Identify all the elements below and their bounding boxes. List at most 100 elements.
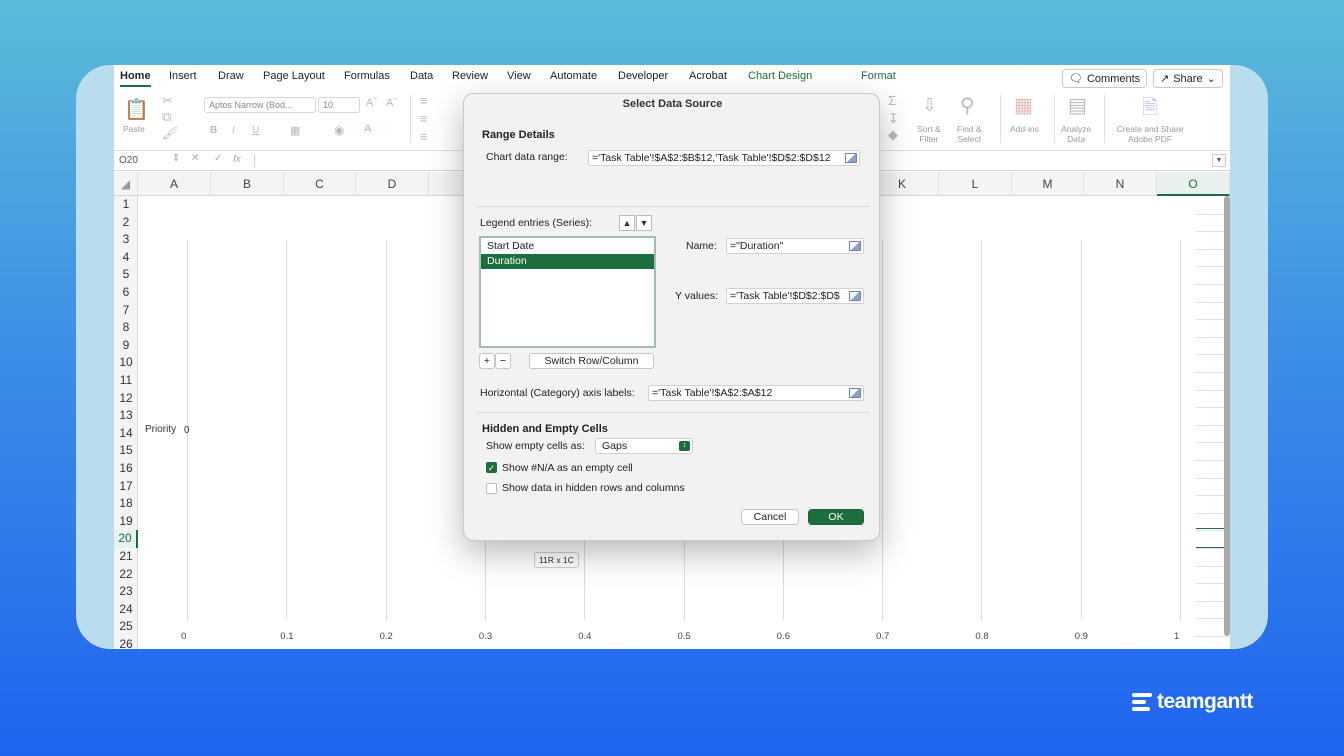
column-header[interactable]: L: [939, 172, 1012, 196]
active-cell-o20[interactable]: [1196, 528, 1224, 548]
move-series-down-icon[interactable]: ▼: [636, 215, 652, 231]
find-select-icon[interactable]: ⚲: [960, 93, 975, 118]
row-header[interactable]: 5: [114, 266, 138, 284]
row-header[interactable]: 9: [114, 337, 138, 355]
align-icon[interactable]: ≡: [420, 93, 428, 108]
autosum-icon[interactable]: Σ: [888, 93, 896, 108]
cut-icon[interactable]: ✂: [162, 93, 173, 109]
row-header[interactable]: 11: [114, 372, 138, 390]
font-size-select[interactable]: 10: [318, 97, 360, 113]
row-header[interactable]: 1: [114, 196, 138, 214]
tab-page-layout[interactable]: Page Layout: [263, 70, 325, 82]
row-header[interactable]: 26: [114, 636, 138, 649]
cancel-entry-icon[interactable]: ✕: [191, 153, 199, 164]
row-header[interactable]: 19: [114, 513, 138, 531]
grow-font-icon[interactable]: Aˆ: [366, 97, 377, 109]
tab-format[interactable]: Format: [861, 70, 896, 82]
range-picker-icon[interactable]: [849, 241, 861, 251]
adobe-pdf-icon[interactable]: 🗎: [1142, 93, 1158, 127]
switch-row-column-button[interactable]: Switch Row/Column: [529, 353, 654, 369]
share-button[interactable]: ↗ Share ⌄: [1153, 69, 1223, 88]
analyze-data-icon[interactable]: ▤: [1068, 93, 1087, 118]
name-box[interactable]: O20: [119, 155, 138, 166]
align-bottom-icon[interactable]: ≡: [420, 129, 428, 144]
row-header[interactable]: 13: [114, 407, 138, 425]
add-series-button[interactable]: +: [479, 353, 495, 369]
row-header[interactable]: 18: [114, 495, 138, 513]
bold-icon[interactable]: B: [210, 125, 217, 136]
vertical-scrollbar[interactable]: [1224, 196, 1230, 636]
column-header[interactable]: B: [211, 172, 284, 196]
tab-home[interactable]: Home: [120, 70, 151, 87]
expand-formula-icon[interactable]: ▼: [1212, 154, 1226, 167]
align-center-icon[interactable]: ≡: [420, 111, 428, 126]
row-header[interactable]: 7: [114, 302, 138, 320]
select-all-corner[interactable]: ◢: [114, 172, 138, 196]
chart-data-range-input[interactable]: ='Task Table'!$A$2:$B$12,'Task Table'!$D…: [588, 150, 860, 166]
row-header[interactable]: 17: [114, 478, 138, 496]
range-picker-icon[interactable]: [849, 388, 861, 398]
font-name-select[interactable]: Aptos Narrow (Bod...: [204, 97, 316, 113]
range-picker-icon[interactable]: [845, 153, 857, 163]
move-series-up-icon[interactable]: ▲: [619, 215, 635, 231]
comments-button[interactable]: 🗨 Comments: [1062, 69, 1148, 88]
tab-acrobat[interactable]: Acrobat: [689, 70, 727, 82]
show-hidden-checkbox[interactable]: [486, 483, 497, 494]
row-header[interactable]: 21: [114, 548, 138, 566]
column-header[interactable]: D: [356, 172, 429, 196]
row-header[interactable]: 2: [114, 214, 138, 232]
show-empty-select[interactable]: Gaps ↕: [595, 438, 693, 454]
shrink-font-icon[interactable]: Aˇ: [386, 97, 397, 109]
paste-icon[interactable]: 📋: [124, 97, 149, 122]
row-header[interactable]: 14: [114, 425, 138, 443]
series-name-input[interactable]: ="Duration": [726, 238, 864, 254]
row-header[interactable]: 25: [114, 618, 138, 636]
tab-chart-design[interactable]: Chart Design: [748, 70, 812, 82]
tab-formulas[interactable]: Formulas: [344, 70, 390, 82]
italic-icon[interactable]: I: [232, 125, 235, 136]
fx-icon[interactable]: fx: [233, 154, 241, 165]
ok-button[interactable]: OK: [808, 509, 864, 525]
axis-labels-input[interactable]: ='Task Table'!$A$2:$A$12: [648, 385, 864, 401]
column-header[interactable]: C: [284, 172, 356, 196]
column-header[interactable]: M: [1012, 172, 1084, 196]
row-header[interactable]: 24: [114, 601, 138, 619]
tab-draw[interactable]: Draw: [218, 70, 244, 82]
range-picker-icon[interactable]: [849, 291, 861, 301]
format-painter-icon[interactable]: 🖌: [162, 125, 179, 141]
tab-automate[interactable]: Automate: [550, 70, 597, 82]
confirm-entry-icon[interactable]: ✓: [214, 153, 222, 164]
font-color-icon[interactable]: A: [364, 123, 371, 135]
tab-data[interactable]: Data: [410, 70, 433, 82]
sort-filter-icon[interactable]: ⇩: [922, 95, 937, 116]
row-header[interactable]: 22: [114, 566, 138, 584]
addins-icon[interactable]: ▦: [1014, 93, 1033, 118]
row-header[interactable]: 16: [114, 460, 138, 478]
row-header[interactable]: 8: [114, 319, 138, 337]
tab-insert[interactable]: Insert: [169, 70, 197, 82]
column-header[interactable]: A: [138, 172, 211, 196]
cancel-button[interactable]: Cancel: [741, 509, 799, 525]
column-header-selected[interactable]: O: [1157, 172, 1230, 196]
remove-series-button[interactable]: −: [495, 353, 511, 369]
tab-view[interactable]: View: [507, 70, 531, 82]
copy-icon[interactable]: ⧉: [162, 109, 171, 125]
row-header[interactable]: 20: [114, 530, 138, 548]
clear-icon[interactable]: ◆: [888, 127, 898, 143]
row-header[interactable]: 4: [114, 249, 138, 267]
row-header[interactable]: 10: [114, 354, 138, 372]
y-values-input[interactable]: ='Task Table'!$D$2:$D$: [726, 288, 864, 304]
name-box-stepper-icon[interactable]: ⇕: [172, 153, 180, 164]
show-na-checkbox[interactable]: ✓: [486, 462, 497, 473]
column-header[interactable]: N: [1084, 172, 1157, 196]
row-header[interactable]: 12: [114, 390, 138, 408]
row-header[interactable]: 3: [114, 231, 138, 249]
row-header[interactable]: 23: [114, 583, 138, 601]
tab-developer[interactable]: Developer: [618, 70, 668, 82]
row-header[interactable]: 6: [114, 284, 138, 302]
tab-review[interactable]: Review: [452, 70, 488, 82]
fill-icon[interactable]: ↧: [888, 111, 899, 127]
series-item-start-date[interactable]: Start Date: [481, 239, 654, 254]
series-item-duration[interactable]: Duration: [481, 254, 654, 269]
underline-icon[interactable]: U: [252, 125, 259, 136]
